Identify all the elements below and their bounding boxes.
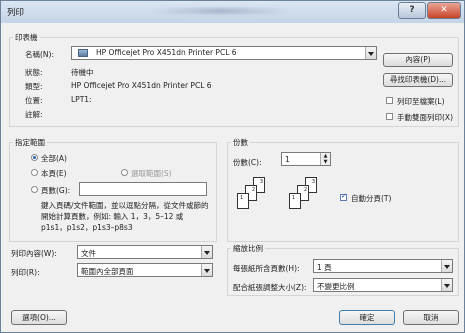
print-label: 列印(R): xyxy=(11,268,40,277)
title-blur xyxy=(151,8,291,14)
range-pages-radio[interactable] xyxy=(31,186,38,193)
pages-per-sheet-label: 每張紙所含頁數(H): xyxy=(233,264,300,273)
help-button[interactable]: ? xyxy=(398,2,426,19)
print-what-label: 列印內容(W): xyxy=(11,249,57,258)
print-to-file-checkbox[interactable] xyxy=(386,97,393,104)
ok-button[interactable]: 確定 xyxy=(339,310,395,325)
manual-duplex-label: 手動雙面列印(X) xyxy=(397,113,453,122)
printer-name-select[interactable]: HP Officejet Pro X451dn Printer PCL 6 xyxy=(71,46,377,60)
collate-checkbox[interactable]: ✓ xyxy=(340,192,347,201)
printer-name-value: HP Officejet Pro X451dn Printer PCL 6 xyxy=(96,48,237,57)
range-pages-label: 頁數(G): xyxy=(41,186,71,195)
print-what-value: 文件 xyxy=(81,249,96,258)
copies-label: 份數 xyxy=(231,137,250,148)
scale-value: 不變更比例 xyxy=(317,282,355,291)
type-value: HP Officejet Pro X451dn Printer PCL 6 xyxy=(71,81,212,90)
printer-name-label: 名稱(N): xyxy=(25,50,54,59)
where-value: LPT1: xyxy=(71,95,92,104)
print-to-file-label: 列印至檔案(L) xyxy=(397,97,445,106)
pages-per-sheet-value: 1 頁 xyxy=(317,263,332,272)
copies-count-value: 1 xyxy=(285,155,290,164)
print-select[interactable]: 範圍內全部頁面 xyxy=(77,263,213,277)
status-value: 待機中 xyxy=(71,68,94,77)
manual-duplex-checkbox[interactable] xyxy=(386,113,393,120)
find-printer-button[interactable]: 尋找印表機(D)... xyxy=(383,73,453,87)
page-range-hint: 鍵入頁碼/文件範圍，並以逗點分隔，從文件或節的開始計算頁數，例如: 輸入 1，3… xyxy=(41,201,209,232)
close-button[interactable]: ✕ xyxy=(427,2,461,19)
scale-select[interactable]: 不變更比例 xyxy=(313,278,453,292)
collate-page-1: 1 xyxy=(289,193,301,209)
collate-illustration-1: 3 2 1 xyxy=(233,177,275,219)
scale-label: 配合紙張調整大小(Z): xyxy=(233,283,307,292)
page-range-label: 指定範圍 xyxy=(13,137,47,148)
collate-illustration-2: 3 2 1 xyxy=(285,177,327,219)
range-selection-radio[interactable] xyxy=(121,169,128,176)
where-label: 位置: xyxy=(25,96,43,105)
range-all-radio[interactable] xyxy=(31,154,38,161)
printer-icon xyxy=(78,49,88,57)
options-button[interactable]: 選項(O)... xyxy=(11,310,67,325)
chevron-down-icon[interactable] xyxy=(441,260,452,272)
comment-label: 註解: xyxy=(25,110,43,119)
chevron-down-icon[interactable] xyxy=(365,47,376,59)
print-dialog: 列印 ? ✕ 印表機 名稱(N): HP Officejet Pro X451d… xyxy=(0,0,465,333)
dialog-title: 列印 xyxy=(7,8,25,18)
range-current-radio[interactable] xyxy=(31,169,38,176)
status-label: 狀態: xyxy=(25,68,43,77)
print-what-select[interactable]: 文件 xyxy=(77,245,213,259)
copies-spinner[interactable]: 1 ▲ ▼ xyxy=(281,152,331,166)
range-all-label: 全部(A) xyxy=(41,154,67,163)
cancel-button[interactable]: 取消 xyxy=(403,310,459,325)
print-value: 範圍內全部頁面 xyxy=(81,267,134,276)
chevron-down-icon[interactable] xyxy=(441,279,452,291)
pages-input[interactable] xyxy=(79,182,207,196)
collate-page-1: 1 xyxy=(237,193,249,209)
title-bar: 列印 ? ✕ xyxy=(1,1,464,23)
type-label: 類型: xyxy=(25,82,43,91)
chevron-down-icon[interactable] xyxy=(201,264,212,276)
collate-label: 自動分頁(T) xyxy=(351,194,392,203)
spin-down-icon[interactable]: ▼ xyxy=(320,159,330,165)
properties-button[interactable]: 內容(P) xyxy=(383,53,453,67)
range-current-label: 本頁(E) xyxy=(41,169,67,178)
copies-count-label: 份數(C): xyxy=(233,158,262,167)
pages-per-sheet-select[interactable]: 1 頁 xyxy=(313,259,453,273)
printer-section-label: 印表機 xyxy=(13,32,40,43)
range-selection-label: 選取範圍(S) xyxy=(131,169,172,178)
zoom-label: 縮放比例 xyxy=(231,243,265,254)
checkmark-icon: ✓ xyxy=(341,192,347,200)
chevron-down-icon[interactable] xyxy=(201,246,212,258)
